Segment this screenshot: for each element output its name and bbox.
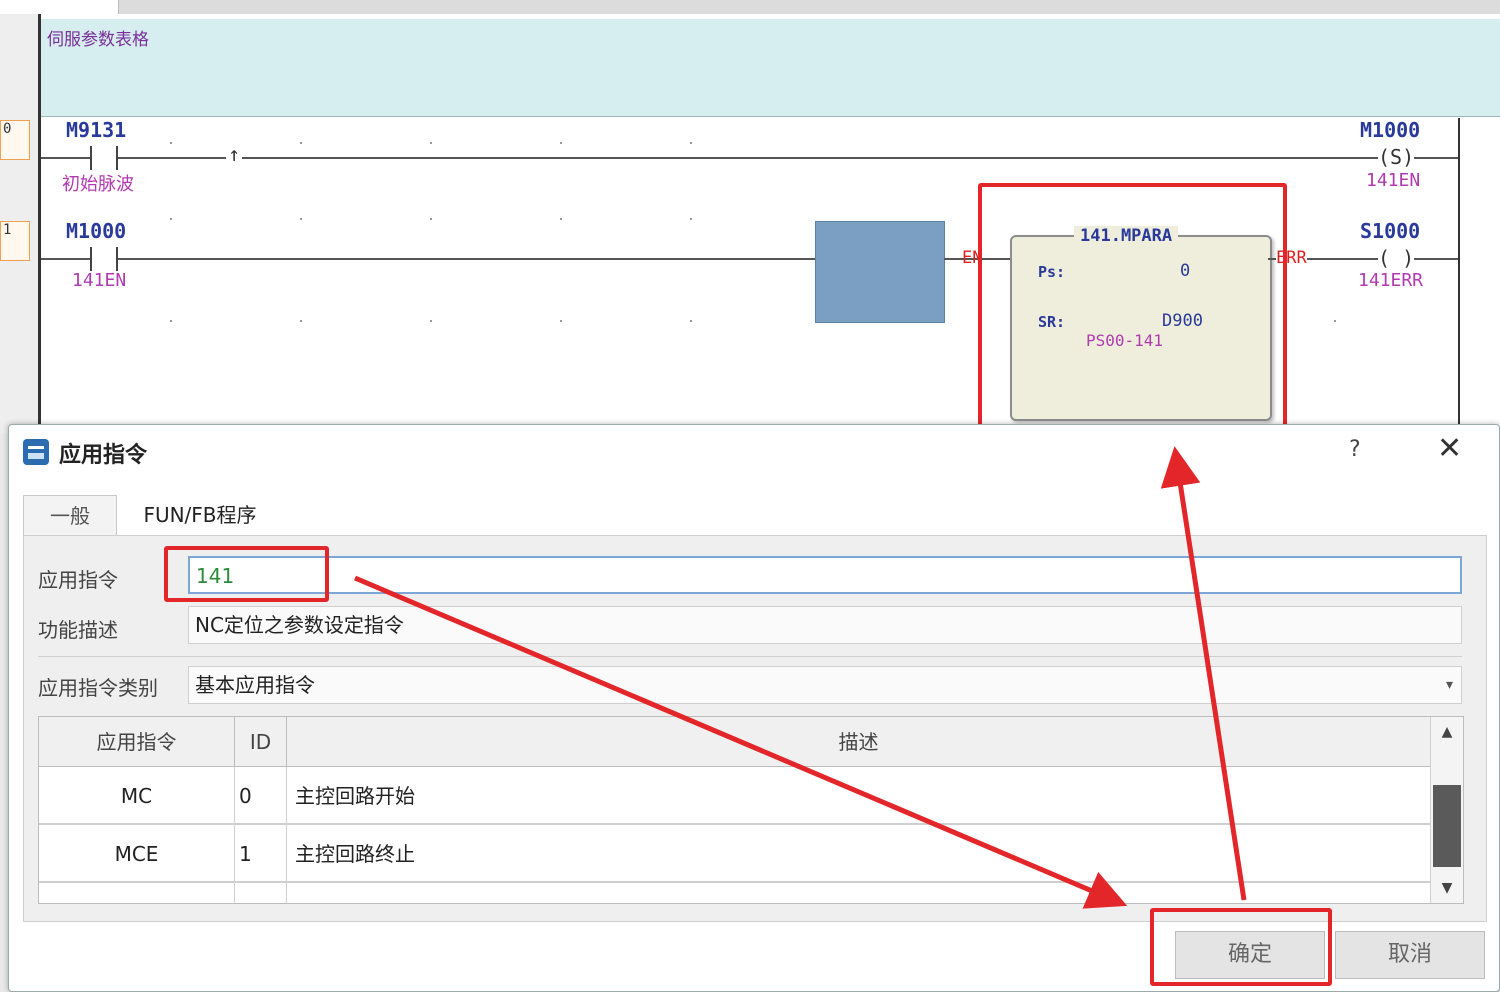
- arrow-to-function-block: [1160, 446, 1247, 901]
- arrow-to-ok-button: [354, 575, 1128, 909]
- annotation-arrows: [354, 446, 1247, 909]
